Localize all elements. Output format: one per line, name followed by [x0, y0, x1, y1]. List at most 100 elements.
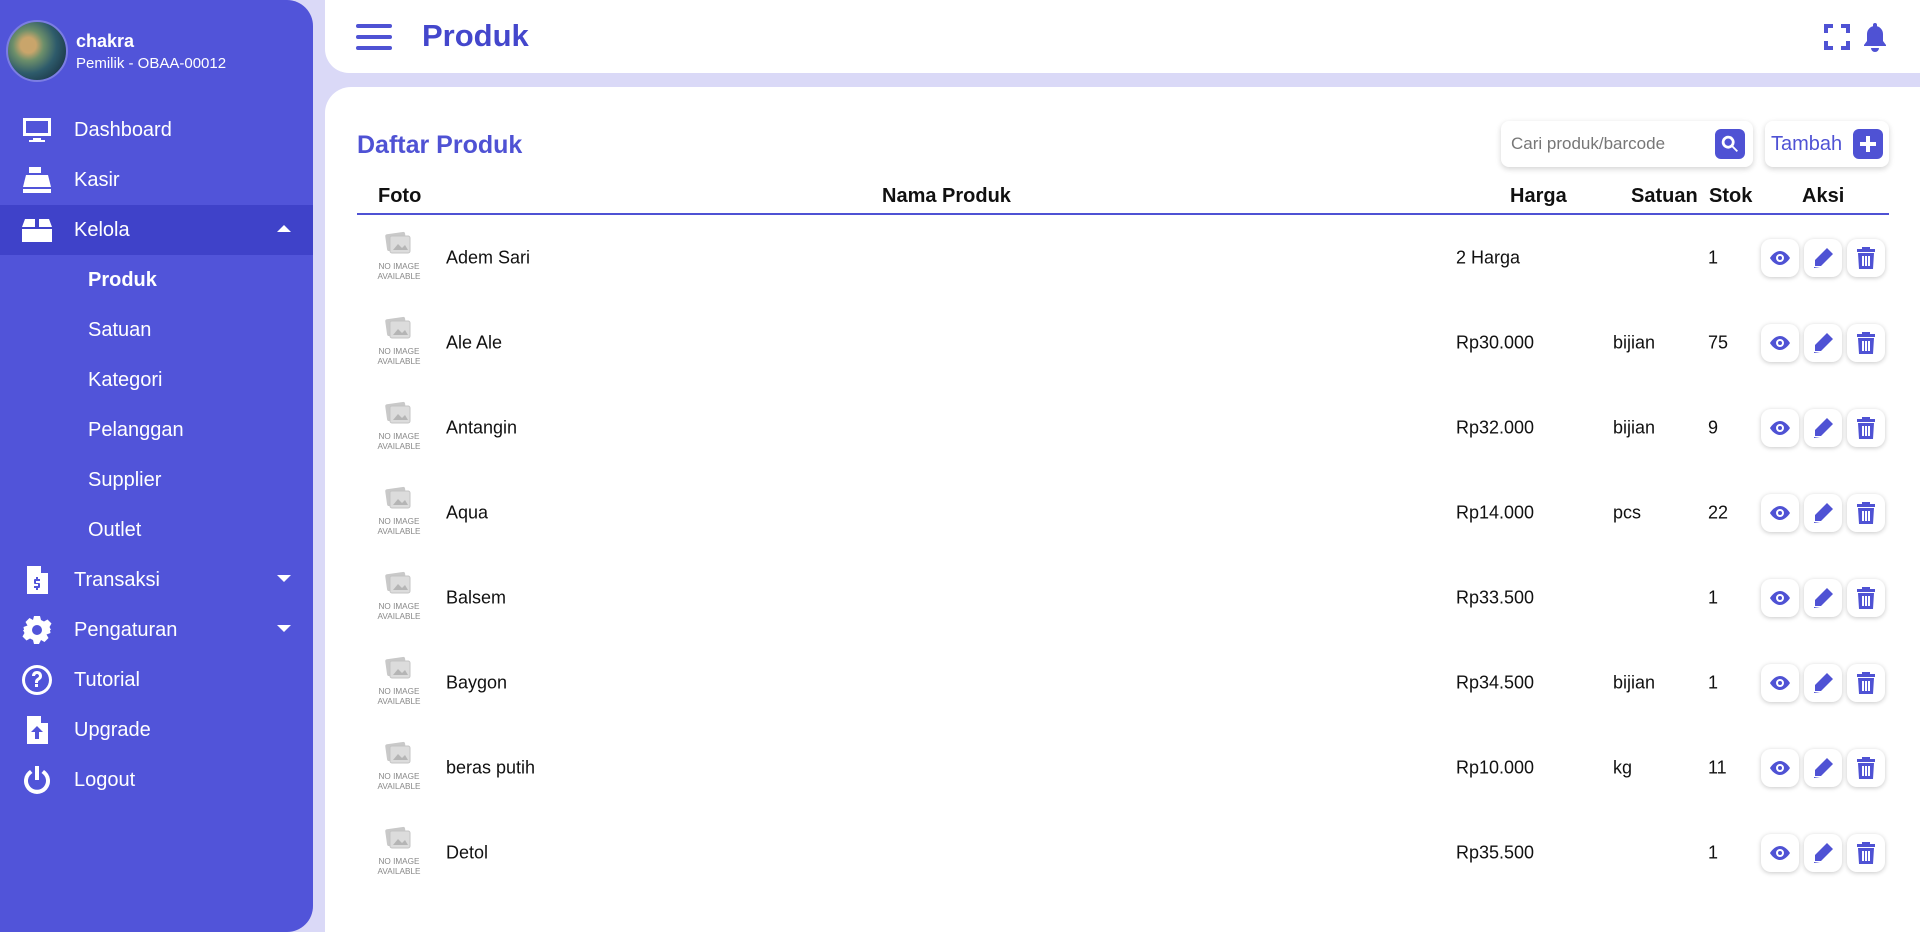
user-name: chakra — [76, 30, 135, 51]
no-image-line-2: AVAILABLE — [378, 697, 421, 706]
edit-button[interactable] — [1804, 833, 1842, 872]
product-name: Baygon — [446, 672, 508, 692]
page-title: Produk — [422, 18, 529, 53]
product-stock: 1 — [1708, 672, 1719, 692]
edit-button[interactable] — [1804, 493, 1842, 532]
edit-button[interactable] — [1804, 748, 1842, 787]
sidebar-subitem-kategori[interactable]: Kategori — [0, 355, 313, 405]
pencil-icon — [1814, 842, 1833, 863]
view-button[interactable] — [1761, 238, 1799, 277]
chevron-down-icon — [277, 575, 291, 582]
no-image-line-1: NO IMAGE — [379, 347, 420, 356]
view-button[interactable] — [1761, 663, 1799, 702]
file-invoice-dollar-icon — [20, 563, 54, 597]
product-price: Rp35.500 — [1456, 842, 1535, 862]
pencil-icon — [1814, 757, 1833, 778]
sidebar-item-pengaturan[interactable]: Pengaturan — [0, 605, 313, 655]
trash-icon — [1857, 671, 1875, 694]
no-image-placeholder: NO IMAGE AVAILABLE — [378, 316, 421, 366]
sidebar-item-label: Dashboard — [74, 118, 172, 141]
delete-button[interactable] — [1847, 833, 1885, 872]
sidebar-item-upgrade[interactable]: Upgrade — [0, 705, 313, 755]
pencil-icon — [1814, 587, 1833, 608]
column-header-aksi: Aksi — [1802, 185, 1845, 207]
user-role: Pemilik - OBAA-00012 — [76, 54, 227, 72]
sidebar-subitem-supplier[interactable]: Supplier — [0, 455, 313, 505]
view-button[interactable] — [1761, 748, 1799, 787]
sidebar-item-dashboard[interactable]: Dashboard — [0, 105, 313, 155]
table-row: NO IMAGE AVAILABLE Aqua Rp14.000 pcs 22 — [357, 470, 1889, 555]
delete-button[interactable] — [1847, 663, 1885, 702]
sidebar-item-transaksi[interactable]: Transaksi — [0, 555, 313, 605]
view-button[interactable] — [1761, 833, 1799, 872]
sidebar-subitem-pelanggan[interactable]: Pelanggan — [0, 405, 313, 455]
trash-icon — [1857, 331, 1875, 354]
trash-icon — [1857, 841, 1875, 864]
view-button[interactable] — [1761, 578, 1799, 617]
delete-button[interactable] — [1847, 238, 1885, 277]
no-image-line-1: NO IMAGE — [379, 517, 420, 526]
column-header-stok: Stok — [1709, 185, 1753, 207]
table-row: NO IMAGE AVAILABLE beras putih Rp10.000 … — [357, 725, 1889, 810]
column-header-foto: Foto — [378, 185, 422, 207]
add-product-button[interactable]: Tambah — [1765, 121, 1889, 167]
main-content: Daftar Produk Tambah Foto Nama Produk Ha… — [325, 87, 1920, 932]
delete-button[interactable] — [1847, 323, 1885, 362]
no-image-line-2: AVAILABLE — [378, 442, 421, 451]
no-image-line-2: AVAILABLE — [378, 612, 421, 621]
no-image-line-2: AVAILABLE — [378, 527, 421, 536]
product-price: Rp34.500 — [1456, 672, 1535, 692]
sidebar-item-kasir[interactable]: Kasir — [0, 155, 313, 205]
search-input[interactable] — [1511, 134, 1706, 154]
sidebar-item-logout[interactable]: Logout — [0, 755, 313, 805]
view-button[interactable] — [1761, 323, 1799, 362]
view-button[interactable] — [1761, 493, 1799, 532]
table-body: NO IMAGE AVAILABLE Adem Sari 2 Harga 1 N… — [357, 215, 1889, 895]
trash-icon — [1857, 501, 1875, 524]
bell-icon[interactable] — [1860, 22, 1890, 52]
search-button[interactable] — [1715, 129, 1745, 159]
question-circle-icon — [20, 663, 54, 697]
column-header-harga: Harga — [1510, 185, 1567, 207]
delete-button[interactable] — [1847, 408, 1885, 447]
delete-button[interactable] — [1847, 748, 1885, 787]
table-row: NO IMAGE AVAILABLE Ale Ale Rp30.000 biji… — [357, 300, 1889, 385]
no-image-line-1: NO IMAGE — [379, 772, 420, 781]
product-name: beras putih — [446, 757, 536, 777]
product-stock: 75 — [1708, 332, 1729, 352]
product-name: Balsem — [446, 587, 507, 607]
no-image-placeholder: NO IMAGE AVAILABLE — [378, 571, 421, 621]
edit-button[interactable] — [1804, 238, 1842, 277]
eye-icon — [1770, 420, 1790, 435]
eye-icon — [1770, 845, 1790, 860]
eye-icon — [1770, 675, 1790, 690]
product-unit: bijian — [1613, 672, 1656, 692]
delete-button[interactable] — [1847, 493, 1885, 532]
sidebar-subitem-produk[interactable]: Produk — [0, 255, 313, 305]
sidebar-subitem-satuan[interactable]: Satuan — [0, 305, 313, 355]
product-name: Ale Ale — [446, 332, 503, 352]
sidebar-item-kelola[interactable]: Kelola — [0, 205, 313, 255]
view-button[interactable] — [1761, 408, 1799, 447]
edit-button[interactable] — [1804, 578, 1842, 617]
sidebar-nav: Dashboard Kasir Kelola Produk Satuan Kat… — [0, 105, 313, 805]
edit-button[interactable] — [1804, 408, 1842, 447]
column-header-satuan: Satuan — [1631, 185, 1698, 207]
section-title: Daftar Produk — [357, 131, 523, 159]
sidebar-item-tutorial[interactable]: Tutorial — [0, 655, 313, 705]
fullscreen-icon[interactable] — [1822, 22, 1852, 52]
no-image-line-2: AVAILABLE — [378, 867, 421, 876]
menu-toggle-icon[interactable] — [356, 24, 392, 50]
delete-button[interactable] — [1847, 578, 1885, 617]
eye-icon — [1770, 590, 1790, 605]
add-button-label: Tambah — [1771, 132, 1843, 155]
pencil-icon — [1814, 247, 1833, 268]
edit-button[interactable] — [1804, 323, 1842, 362]
product-stock: 1 — [1708, 247, 1719, 267]
edit-button[interactable] — [1804, 663, 1842, 702]
no-image-placeholder: NO IMAGE AVAILABLE — [378, 231, 421, 281]
no-image-placeholder: NO IMAGE AVAILABLE — [378, 741, 421, 791]
product-price: Rp32.000 — [1456, 417, 1535, 437]
user-profile[interactable]: chakra Pemilik - OBAA-00012 — [6, 20, 226, 82]
sidebar-subitem-outlet[interactable]: Outlet — [0, 505, 313, 555]
